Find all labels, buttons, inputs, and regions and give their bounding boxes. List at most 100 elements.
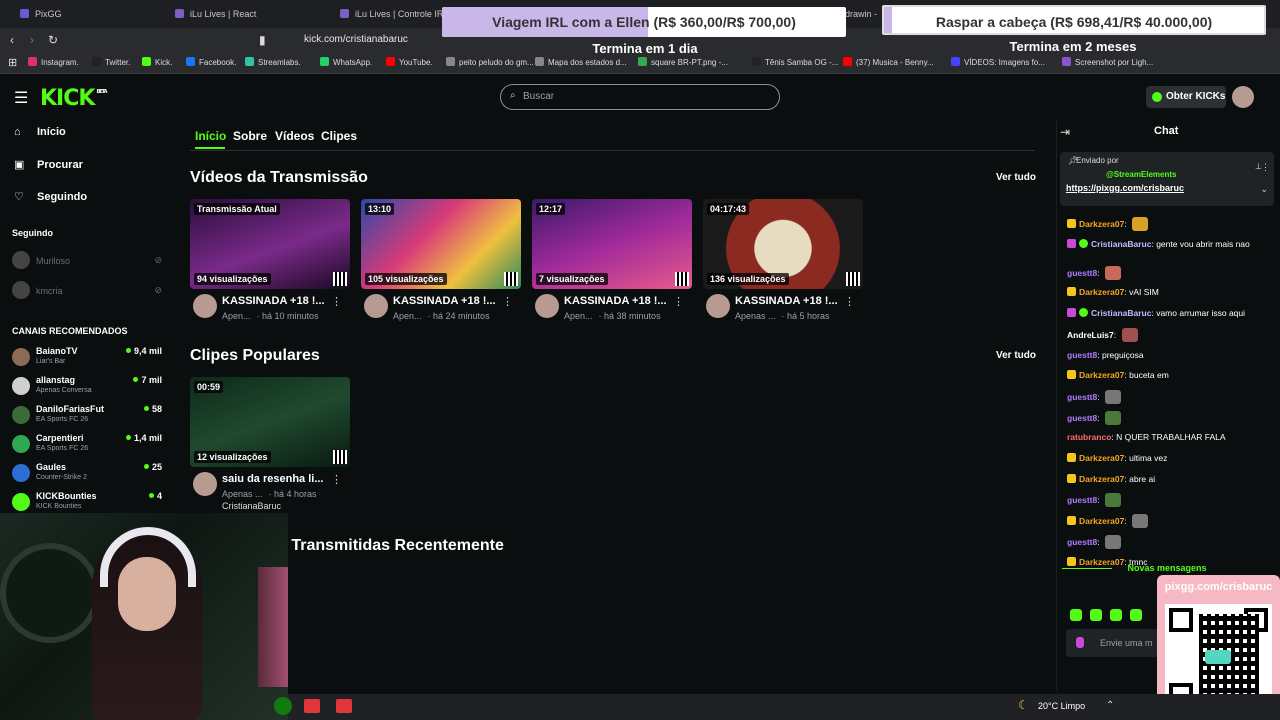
tab-videos[interactable]: Vídeos xyxy=(275,129,314,143)
bookmark-item[interactable]: Twitter. xyxy=(92,52,130,74)
search-input[interactable]: ⌕ Buscar xyxy=(500,84,780,110)
video-category[interactable]: Apenas ... xyxy=(735,311,776,321)
video-category[interactable]: Apen... xyxy=(222,311,251,321)
bookmark-icon[interactable]: ▮ xyxy=(259,33,266,47)
emote-shortcut-icon[interactable] xyxy=(1110,609,1122,621)
recommended-channel[interactable]: DaniloFariasFut EA Sports FC 26 58 xyxy=(12,404,162,430)
clip-thumbnail[interactable]: 00:59 12 visualizações xyxy=(190,377,350,467)
followed-channel[interactable]: kmcria ⊘ xyxy=(12,281,162,299)
emote-shortcut-icon[interactable] xyxy=(1070,609,1082,621)
browser-tab[interactable]: iLu Lives | Controle IRL xyxy=(330,0,448,28)
video-title[interactable]: KASSINADA +18 !... xyxy=(564,295,667,307)
video-title[interactable]: KASSINADA +18 !... xyxy=(393,295,496,307)
browser-tab[interactable]: iLu Lives | React xyxy=(165,0,256,28)
video-thumbnail[interactable]: 13:10 105 visualizações xyxy=(361,199,521,289)
chat-username[interactable]: guestt8 xyxy=(1067,392,1097,402)
recommended-channel[interactable]: Carpentieri EA Sports FC 26 1,4 mil xyxy=(12,433,162,459)
menu-icon[interactable]: ☰ xyxy=(14,88,28,108)
emote-shortcut-icon[interactable] xyxy=(1130,609,1142,621)
video-category[interactable]: Apen... xyxy=(393,311,422,321)
chat-username[interactable]: AndreLuis7 xyxy=(1067,330,1114,340)
tab-clipes[interactable]: Clipes xyxy=(321,129,357,143)
channel-avatar[interactable] xyxy=(193,472,217,496)
bookmark-item[interactable]: Facebook. xyxy=(186,52,236,74)
bookmark-item[interactable]: Screenshot por Ligh... xyxy=(1062,52,1153,74)
more-options-icon[interactable]: ⋮ xyxy=(673,295,684,308)
xbox-icon[interactable] xyxy=(274,697,292,715)
chat-username[interactable]: Darkzera07 xyxy=(1079,453,1124,463)
recommended-channel[interactable]: KICKBounties KICK Bounties 4 xyxy=(12,491,162,517)
back-icon[interactable]: ‹ xyxy=(10,33,14,47)
pinned-more-icon[interactable]: ⋮ xyxy=(1261,162,1270,173)
recommended-channel[interactable]: BaianoTV Liar's Bar 9,4 mil xyxy=(12,346,162,372)
browser-tab[interactable]: PixGG xyxy=(10,0,62,28)
chat-username[interactable]: CristianaBaruc xyxy=(1091,239,1151,249)
chevron-down-icon[interactable]: ⌄ xyxy=(1260,184,1268,195)
recommended-channel[interactable]: Gaules Counter-Strike 2 25 xyxy=(12,462,162,488)
collapse-chat-icon[interactable]: ⇥ xyxy=(1060,125,1070,139)
chat-username[interactable]: Darkzera07 xyxy=(1079,516,1124,526)
more-options-icon[interactable]: ⋮ xyxy=(502,295,513,308)
bookmark-item[interactable]: Kick. xyxy=(142,52,172,74)
channel-avatar[interactable] xyxy=(535,294,559,318)
chat-username[interactable]: guestt8 xyxy=(1067,537,1097,547)
more-options-icon[interactable]: ⋮ xyxy=(844,295,855,308)
chat-username[interactable]: CristianaBaruc xyxy=(1091,308,1151,318)
bookmark-item[interactable]: WhatsApp. xyxy=(320,52,372,74)
video-thumbnail[interactable]: 04:17:43 136 visualizações xyxy=(703,199,863,289)
bookmark-item[interactable]: peito peludo do gm... xyxy=(446,52,534,74)
reload-icon[interactable]: ↻ xyxy=(48,33,58,47)
notifications-off-icon[interactable]: ⊘ xyxy=(154,285,162,296)
kick-logo[interactable]: KICK BETA xyxy=(40,86,108,111)
chat-username[interactable]: guestt8 xyxy=(1067,413,1097,423)
chat-username[interactable]: ratubranco xyxy=(1067,432,1111,442)
chat-username[interactable]: guestt8 xyxy=(1067,495,1097,505)
video-card[interactable]: Transmissão Atual 94 visualizações KASSINA… xyxy=(190,199,350,329)
bookmark-item[interactable]: YouTube. xyxy=(386,52,433,74)
chat-username[interactable]: Darkzera07 xyxy=(1079,474,1124,484)
video-thumbnail[interactable]: Transmissão Atual 94 visualizações xyxy=(190,199,350,289)
recommended-channel[interactable]: allanstag Apenas Conversa 7 mil xyxy=(12,375,162,401)
chat-input[interactable]: Envie uma m xyxy=(1066,629,1166,657)
sidebar-item-início[interactable]: ⌂ Início xyxy=(14,126,66,138)
bookmark-item[interactable]: VÍDEOS: Imagens fo... xyxy=(951,52,1045,74)
apps-icon[interactable]: ⊞ xyxy=(8,52,17,74)
video-category[interactable]: Apen... xyxy=(564,311,593,321)
videos-see-all-link[interactable]: Ver tudo xyxy=(996,172,1036,183)
sidebar-item-procurar[interactable]: ▣ Procurar xyxy=(14,158,83,171)
video-card[interactable]: 04:17:43 136 visualizações KASSINADA +18 !… xyxy=(703,199,863,329)
chat-username[interactable]: Darkzera07 xyxy=(1079,370,1124,380)
video-thumbnail[interactable]: 12:17 7 visualizações xyxy=(532,199,692,289)
chat-username[interactable]: guestt8 xyxy=(1067,268,1097,278)
video-title[interactable]: saiu da resenha li... xyxy=(222,473,324,485)
bookmark-item[interactable]: (37) Musica - Benny... xyxy=(843,52,934,74)
channel-avatar[interactable] xyxy=(193,294,217,318)
chat-username[interactable]: Darkzera07 xyxy=(1079,287,1124,297)
video-card[interactable]: 13:10 105 visualizações KASSINADA +18 !...… xyxy=(361,199,521,329)
video-title[interactable]: KASSINADA +18 !... xyxy=(222,295,325,307)
new-messages-divider[interactable]: Novas mensagens xyxy=(1062,563,1272,575)
tab-sobre[interactable]: Sobre xyxy=(233,129,267,143)
forward-icon[interactable]: › xyxy=(30,33,34,47)
bookmark-item[interactable]: Instagram. xyxy=(28,52,79,74)
more-options-icon[interactable]: ⋮ xyxy=(331,473,342,486)
clips-see-all-link[interactable]: Ver tudo xyxy=(996,350,1036,361)
notifications-off-icon[interactable]: ⊘ xyxy=(154,255,162,266)
user-avatar[interactable] xyxy=(1232,86,1254,108)
chat-username[interactable]: Darkzera07 xyxy=(1079,219,1124,229)
channel-avatar[interactable] xyxy=(706,294,730,318)
video-category[interactable]: Apenas ... xyxy=(222,489,263,499)
video-card[interactable]: 12:17 7 visualizações KASSINADA +18 !... Ap… xyxy=(532,199,692,329)
emote-shortcut-icon[interactable] xyxy=(1090,609,1102,621)
bookmark-item[interactable]: Streamlabs. xyxy=(245,52,301,74)
get-kicks-button[interactable]: Obter KICKs xyxy=(1146,86,1226,108)
pinned-message[interactable]: 📌︎ Enviado por @StreamElements https://p… xyxy=(1060,152,1274,206)
chat-username[interactable]: guestt8 xyxy=(1067,350,1097,360)
tab-inicio[interactable]: Início xyxy=(195,129,226,143)
app-icon-1[interactable] xyxy=(304,699,320,713)
clip-card[interactable]: 00:59 12 visualizações saiu da resenha li.… xyxy=(190,377,350,511)
pinned-link[interactable]: https://pixgg.com/crisbaruc xyxy=(1066,183,1184,193)
more-options-icon[interactable]: ⋮ xyxy=(331,295,342,308)
tray-up-icon[interactable]: ⌃ xyxy=(1106,700,1114,711)
sidebar-item-seguindo[interactable]: ♡ Seguindo xyxy=(14,190,87,203)
